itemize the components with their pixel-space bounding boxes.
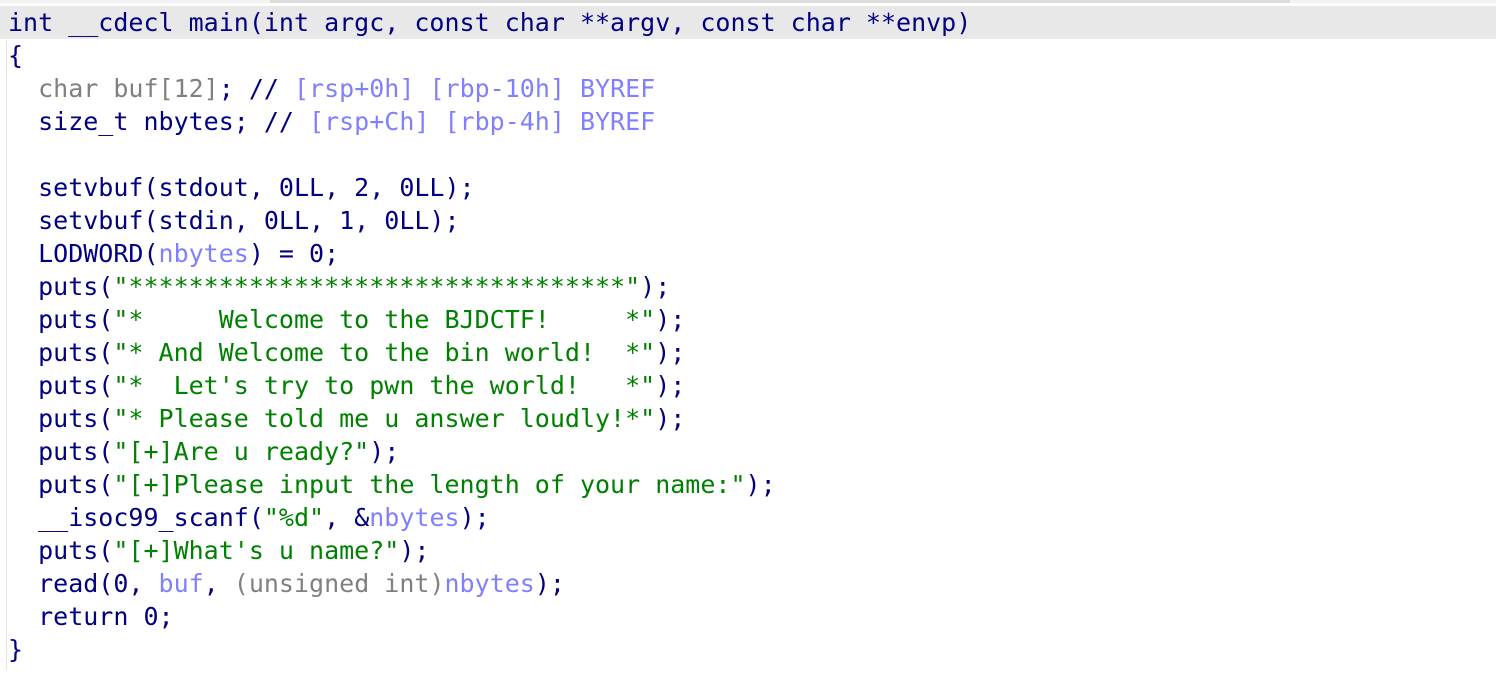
code-token: int __cdecl main(int argc, const char **… [8,8,972,37]
code-line[interactable]: puts("[+]Please input the length of your… [0,468,1496,501]
code-token: ); [534,569,565,598]
code-line[interactable]: return 0; [0,600,1496,633]
code-token: return 0; [8,602,174,631]
code-token: ; // [218,74,294,103]
code-line[interactable]: } [0,633,1496,666]
code-token: [rsp+Ch] [rbp-4h] BYREF [309,107,656,136]
code-token: "*********************************" [113,272,641,301]
code-token: "* And Welcome to the bin world! *" [113,338,656,367]
code-token: puts( [8,470,114,499]
top-edge-segment [270,0,1290,3]
code-line[interactable]: LODWORD(nbytes) = 0; [0,237,1496,270]
code-token: size_t nbytes; // [8,107,310,136]
code-token: LODWORD( [8,239,159,268]
code-line[interactable]: int __cdecl main(int argc, const char **… [0,6,1496,39]
code-line[interactable]: puts("* Please told me u answer loudly!*… [0,402,1496,435]
code-token: ); [745,470,776,499]
top-edge [0,0,1496,3]
code-line[interactable]: puts("* Welcome to the BJDCTF! *"); [0,303,1496,336]
code-line[interactable] [0,138,1496,171]
code-token: (unsigned int) [233,569,445,598]
code-token: "[+]Are u ready?" [113,437,370,466]
code-line[interactable]: __isoc99_scanf("%d", &nbytes); [0,501,1496,534]
code-token: ); [655,338,686,367]
code-token: puts( [8,272,114,301]
code-line[interactable]: char buf[12]; // [rsp+0h] [rbp-10h] BYRE… [0,72,1496,105]
code-token: ); [655,404,686,433]
code-token: "* Welcome to the BJDCTF! *" [113,305,656,334]
code-token: "%d" [263,503,325,532]
code-line[interactable]: read(0, buf, (unsigned int)nbytes); [0,567,1496,600]
code-token: ); [640,272,671,301]
code-token: char buf [8,74,159,103]
code-token: puts( [8,437,114,466]
code-token: [12] [158,74,219,103]
code-token: , & [324,503,370,532]
code-line[interactable]: puts("[+]Are u ready?"); [0,435,1496,468]
code-line[interactable]: puts("* And Welcome to the bin world! *"… [0,336,1496,369]
code-line[interactable]: puts("*********************************"… [0,270,1496,303]
code-token: "[+]What's u name?" [113,536,400,565]
code-token: nbytes [369,503,460,532]
code-token: , [203,569,234,598]
code-token: ); [459,503,490,532]
code-token: puts( [8,404,114,433]
code-token: [rsp+0h] [rbp-10h] BYREF [294,74,656,103]
code-token: buf [158,569,204,598]
code-token: nbytes [158,239,249,268]
code-token: __isoc99_scanf( [8,503,264,532]
code-line[interactable]: setvbuf(stdin, 0LL, 1, 0LL); [0,204,1496,237]
code-token: { [8,41,24,70]
pseudocode-view[interactable]: int __cdecl main(int argc, const char **… [0,0,1496,688]
code-line[interactable]: setvbuf(stdout, 0LL, 2, 0LL); [0,171,1496,204]
code-token: puts( [8,371,114,400]
code-token: "[+]Please input the length of your name… [113,470,746,499]
code-token: puts( [8,536,114,565]
code-token: puts( [8,305,114,334]
code-token: puts( [8,338,114,367]
code-token: read(0, [8,569,159,598]
code-token: ); [655,371,686,400]
code-line[interactable]: { [0,39,1496,72]
code-token: ); [369,437,400,466]
code-token: setvbuf(stdin, 0LL, 1, 0LL); [8,206,460,235]
code-token: } [8,635,24,664]
code-token: ); [655,305,686,334]
code-token: "* Let's try to pwn the world! *" [113,371,656,400]
code-token: ) = 0; [248,239,340,268]
code-line[interactable]: puts("* Let's try to pwn the world! *"); [0,369,1496,402]
code-line[interactable]: puts("[+]What's u name?"); [0,534,1496,567]
code-line[interactable]: size_t nbytes; // [rsp+Ch] [rbp-4h] BYRE… [0,105,1496,138]
code-token: nbytes [444,569,535,598]
code-token: setvbuf(stdout, 0LL, 2, 0LL); [8,173,475,202]
code-area[interactable]: int __cdecl main(int argc, const char **… [0,6,1496,666]
code-token: "* Please told me u answer loudly!*" [113,404,656,433]
code-token: ); [399,536,430,565]
